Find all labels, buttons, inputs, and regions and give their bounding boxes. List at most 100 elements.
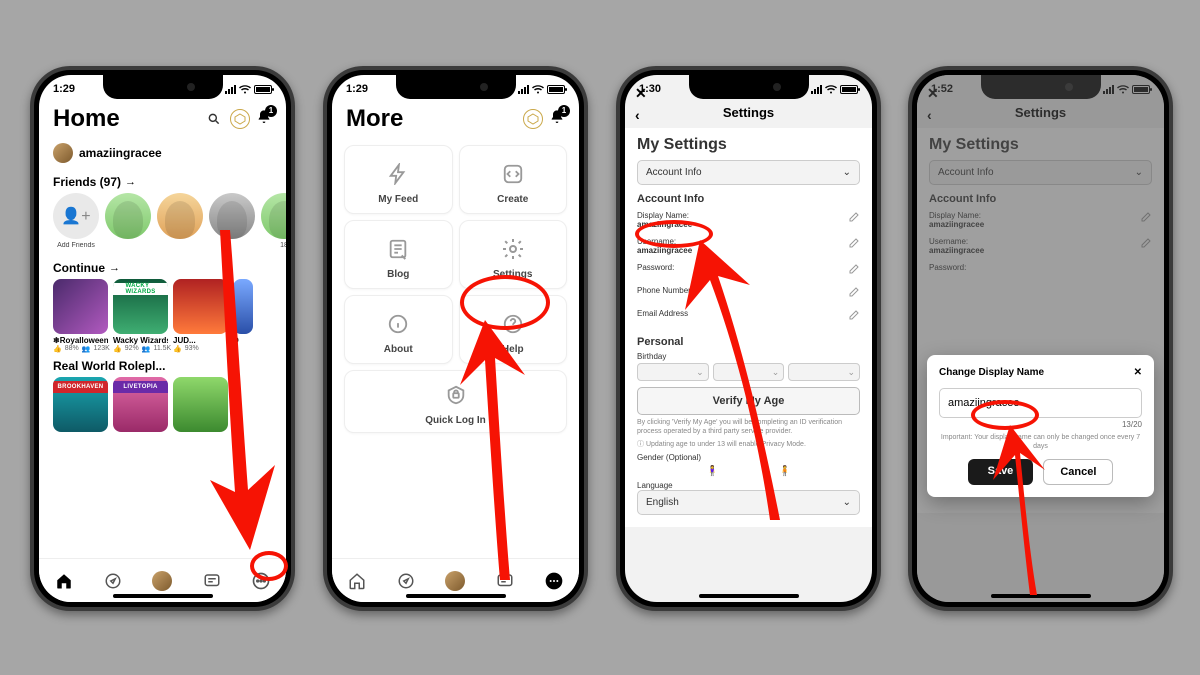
friend-item[interactable]: [105, 193, 151, 249]
game-tile[interactable]: WACKYWIZARDSWacky Wizards👍92%👥11.5K: [113, 279, 168, 353]
signal-icon: [225, 85, 236, 94]
robux-icon[interactable]: [523, 109, 543, 129]
tab-chat-icon[interactable]: [200, 569, 224, 593]
more-item-myfeed[interactable]: My Feed: [344, 145, 453, 214]
tab-discover-icon[interactable]: [394, 569, 418, 593]
modal-title: Change Display Name: [939, 367, 1044, 378]
char-counter: 13/20: [939, 420, 1142, 429]
friend-item[interactable]: 18: [261, 193, 286, 249]
tab-more-icon[interactable]: [542, 569, 566, 593]
modal-backdrop[interactable]: [917, 75, 1164, 602]
more-item-about[interactable]: About: [344, 295, 453, 364]
game-tile[interactable]: [173, 377, 228, 432]
robux-icon[interactable]: [230, 109, 250, 129]
cancel-button[interactable]: Cancel: [1043, 459, 1113, 485]
game-tile[interactable]: LIVETOPIA: [113, 377, 168, 432]
section-dropdown[interactable]: Account Info⌄: [637, 160, 860, 185]
friends-header[interactable]: Friends (97): [53, 175, 272, 189]
page-title: More: [346, 105, 403, 133]
verify-note: By clicking 'Verify My Age' you will be …: [637, 418, 860, 436]
realworld-row[interactable]: BROOKHAVEN LIVETOPIA: [39, 377, 286, 432]
status-time: 1:30: [639, 83, 661, 95]
home-indicator[interactable]: [406, 594, 506, 598]
gender-female-icon[interactable]: 🧍‍♀️: [706, 466, 718, 477]
verify-age-button[interactable]: Verify My Age: [637, 387, 860, 415]
tab-avatar-icon[interactable]: [150, 569, 174, 593]
home-screen: 1:29 Home 1: [39, 75, 286, 602]
language-label: Language: [637, 481, 860, 490]
tab-chat-icon[interactable]: [493, 569, 517, 593]
game-tile[interactable]: D: [233, 279, 253, 353]
search-icon[interactable]: [204, 109, 224, 129]
save-button[interactable]: Save: [968, 459, 1034, 485]
username: amaziingracee: [79, 146, 162, 160]
realworld-header[interactable]: Real World Rolepl...: [53, 359, 272, 373]
home-indicator[interactable]: [699, 594, 799, 598]
chevron-down-icon: ⌄: [843, 497, 851, 508]
privacy-note: ⓘ Updating age to under 13 will enable P…: [637, 440, 860, 449]
game-tile[interactable]: JUD...👍93%: [173, 279, 228, 353]
battery-icon: [547, 85, 565, 94]
home-indicator[interactable]: [113, 594, 213, 598]
friend-item[interactable]: [157, 193, 203, 249]
language-dropdown[interactable]: English⌄: [637, 490, 860, 515]
wifi-icon: [825, 85, 837, 94]
wifi-icon: [532, 85, 544, 94]
notifications-icon[interactable]: 1: [549, 109, 565, 130]
continue-row[interactable]: ❄Royalloween ...👍88%👥123K WACKYWIZARDSWa…: [39, 279, 286, 353]
info-icon: [384, 310, 412, 338]
blog-icon: [384, 235, 412, 263]
row-password: Password:: [637, 261, 860, 284]
settings-screen: 1:30 ✕ amaziingracee: 13+ ‹ Settings My …: [625, 75, 872, 602]
status-time: 1:29: [53, 83, 75, 95]
birthday-selectors[interactable]: ⌄ ⌄ ⌄: [637, 363, 860, 381]
row-phone: Phone Number: [637, 284, 860, 307]
signal-icon: [518, 85, 529, 94]
continue-header[interactable]: Continue: [53, 261, 272, 275]
tab-avatar-icon[interactable]: [443, 569, 467, 593]
more-item-quicklogin[interactable]: Quick Log In: [344, 370, 567, 433]
more-item-help[interactable]: Help: [459, 295, 568, 364]
birthday-year[interactable]: ⌄: [788, 363, 860, 381]
more-item-create[interactable]: Create: [459, 145, 568, 214]
birthday-label: Birthday: [637, 352, 860, 361]
birthday-day[interactable]: ⌄: [713, 363, 785, 381]
gender-male-icon[interactable]: 🧍: [779, 466, 791, 477]
edit-icon[interactable]: [848, 237, 860, 252]
edit-icon[interactable]: [848, 286, 860, 301]
edit-icon[interactable]: [848, 211, 860, 226]
friend-item[interactable]: [209, 193, 255, 249]
birthday-month[interactable]: ⌄: [637, 363, 709, 381]
user-row[interactable]: amaziingracee: [39, 139, 286, 167]
gender-label: Gender (Optional): [637, 453, 860, 462]
home-indicator[interactable]: [991, 594, 1091, 598]
bolt-icon: [384, 160, 412, 188]
more-item-settings[interactable]: Settings: [459, 220, 568, 289]
close-icon[interactable]: ✕: [1134, 367, 1142, 378]
add-friends-button[interactable]: 👤+ Add Friends: [53, 193, 99, 249]
notif-badge: 1: [265, 105, 277, 117]
page-title: My Settings: [637, 136, 860, 154]
friends-list[interactable]: 👤+ Add Friends 18: [39, 193, 286, 253]
game-tile[interactable]: BROOKHAVEN: [53, 377, 108, 432]
lock-icon: [442, 381, 470, 409]
notifications-icon[interactable]: 1: [256, 109, 272, 130]
row-username: Username:amaziingracee: [637, 235, 860, 261]
tab-discover-icon[interactable]: [101, 569, 125, 593]
displayname-input[interactable]: [939, 388, 1142, 418]
change-displayname-modal: Change Display Name ✕ 13/20 Important: Y…: [927, 355, 1154, 497]
gender-row[interactable]: 🧍‍♀️ 🧍: [637, 462, 860, 481]
back-icon[interactable]: ‹: [635, 107, 640, 123]
tab-more-icon[interactable]: [249, 569, 273, 593]
more-item-blog[interactable]: Blog: [344, 220, 453, 289]
edit-icon[interactable]: [848, 309, 860, 324]
avatar: [53, 143, 73, 163]
section-personal: Personal: [637, 336, 860, 348]
tab-home-icon[interactable]: [345, 569, 369, 593]
game-tile[interactable]: ❄Royalloween ...👍88%👥123K: [53, 279, 108, 353]
settings-modal-screen: 1:52 ✕ amaziingracee: 13+ ‹ Settings My …: [917, 75, 1164, 602]
row-displayname: Display Name:amaziingracee: [637, 209, 860, 235]
tab-home-icon[interactable]: [52, 569, 76, 593]
page-title: Home: [53, 105, 120, 133]
edit-icon[interactable]: [848, 263, 860, 278]
